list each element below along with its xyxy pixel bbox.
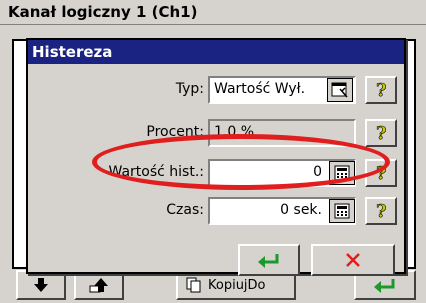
- question-mark-icon: ?: [376, 81, 387, 99]
- copy-to-label: KopiujDo: [208, 277, 266, 293]
- czas-help-button[interactable]: ?: [365, 197, 397, 225]
- window-title: Kanał logiczny 1 (Ch1): [0, 0, 426, 25]
- properties-icon: [331, 82, 348, 98]
- svg-text:?: ?: [376, 202, 387, 220]
- czas-label: Czas:: [166, 202, 204, 218]
- wartosc-hist-help-button[interactable]: ?: [365, 159, 397, 187]
- typ-value: Wartość Wył.: [214, 81, 306, 97]
- move-up-button[interactable]: [74, 270, 124, 300]
- calculator-icon: [334, 203, 350, 219]
- move-down-button[interactable]: [16, 270, 66, 300]
- enter-arrow-icon: [374, 279, 395, 293]
- arrow-up-icon: [89, 278, 108, 293]
- cancel-button[interactable]: [311, 244, 395, 276]
- svg-text:?: ?: [376, 81, 387, 99]
- question-mark-icon: ?: [376, 202, 387, 220]
- wartosc-hist-label: Wartość hist.:: [108, 164, 205, 180]
- question-mark-icon: ?: [376, 164, 387, 182]
- arrow-down-icon: [34, 278, 48, 292]
- calculator-icon: [334, 165, 350, 181]
- dialog-title: Histereza: [28, 40, 404, 64]
- x-icon: [346, 253, 360, 267]
- svg-text:?: ?: [376, 164, 387, 182]
- czas-keypad-button[interactable]: [329, 199, 355, 223]
- histereza-dialog: Histereza Typ: Wartość Wył. ? Procent: 1…: [26, 38, 406, 276]
- copy-icon: [186, 277, 201, 293]
- czas-value: 0 sek.: [280, 202, 322, 218]
- wartosc-hist-keypad-button[interactable]: [329, 161, 355, 185]
- procent-value: 1.0 %: [214, 124, 255, 140]
- wartosc-hist-value: 0: [313, 164, 322, 180]
- procent-field: 1.0 %: [208, 119, 356, 147]
- ok-button[interactable]: [238, 244, 300, 276]
- svg-text:?: ?: [376, 124, 387, 142]
- procent-label: Procent:: [146, 124, 204, 140]
- typ-label: Typ:: [175, 81, 204, 97]
- typ-help-button[interactable]: ?: [365, 76, 397, 104]
- typ-select-button[interactable]: [327, 78, 353, 102]
- question-mark-icon: ?: [376, 124, 387, 142]
- procent-help-button[interactable]: ?: [365, 119, 397, 147]
- enter-arrow-icon: [258, 254, 279, 268]
